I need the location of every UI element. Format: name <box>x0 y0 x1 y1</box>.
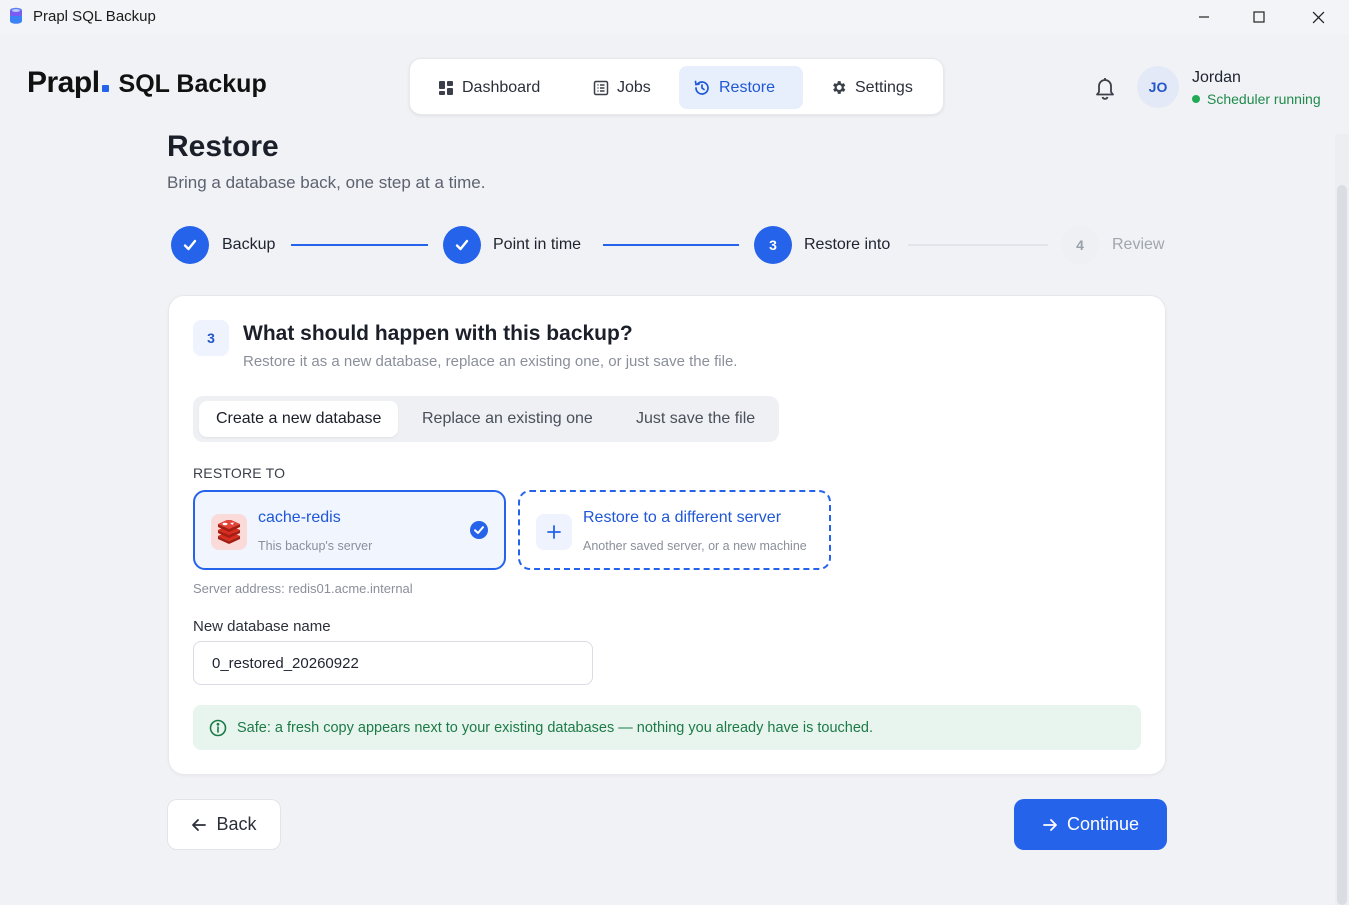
product-name: SQL Backup <box>118 70 267 98</box>
list-icon <box>593 80 609 95</box>
status-dot <box>1192 95 1200 103</box>
db-name-label: New database name <box>193 618 331 635</box>
minimize-button[interactable] <box>1175 0 1233 34</box>
server-option-title: Restore to a different server <box>583 509 782 526</box>
brand-logo[interactable]: Prapl SQL Backup <box>27 66 267 100</box>
nav-settings[interactable]: Settings <box>816 66 927 109</box>
nav-restore[interactable]: Restore <box>679 66 803 109</box>
server-option-different[interactable]: Restore to a different server Another sa… <box>518 490 831 570</box>
user-name: Jordan <box>1192 69 1241 86</box>
window-title: Prapl SQL Backup <box>33 8 156 25</box>
card-subtitle: Restore it as a new database, replace an… <box>243 353 738 370</box>
page-title: Restore <box>167 130 279 163</box>
nav-settings-label: Settings <box>855 78 913 96</box>
page-subtitle: Bring a database back, one step at a tim… <box>167 173 486 192</box>
back-button-label: Back <box>216 814 257 834</box>
title-bar: Prapl SQL Backup <box>0 0 1349 34</box>
grid-icon <box>439 80 453 95</box>
arrow-right-icon <box>1043 818 1057 831</box>
db-name-input[interactable] <box>193 641 593 685</box>
close-button[interactable] <box>1289 0 1347 34</box>
mode-create-new[interactable]: Create a new database <box>199 401 399 437</box>
step-1-label: Backup <box>222 236 276 253</box>
main-nav: Dashboard Jobs Restore Settings <box>409 58 944 115</box>
nav-jobs[interactable]: Jobs <box>579 66 665 109</box>
card-title: What should happen with this backup? <box>243 322 633 345</box>
app-database-icon <box>10 7 22 24</box>
safe-notice: Safe: a fresh copy appears next to your … <box>193 705 1141 750</box>
step-3-current: 3 <box>754 226 792 264</box>
nav-dashboard-label: Dashboard <box>462 78 541 96</box>
mode-replace-existing[interactable]: Replace an existing one <box>405 401 610 437</box>
step-4-label: Review <box>1112 236 1165 253</box>
restore-mode-selector: Create a new database Replace an existin… <box>193 396 779 442</box>
history-icon <box>694 80 709 95</box>
redis-icon <box>211 514 247 550</box>
step-connector-2 <box>603 244 739 246</box>
nav-dashboard[interactable]: Dashboard <box>424 66 554 109</box>
selected-check-icon <box>470 521 488 539</box>
scheduler-status-text: Scheduler running <box>1207 91 1321 107</box>
arrow-left-icon <box>192 818 207 831</box>
logo-text: Prapl <box>27 66 100 99</box>
info-icon <box>209 719 227 736</box>
restore-to-label: RESTORE TO <box>193 465 286 481</box>
avatar[interactable]: JO <box>1137 66 1179 108</box>
close-icon <box>1312 11 1324 23</box>
step-3-label: Restore into <box>804 236 891 253</box>
logo-dot <box>101 85 109 92</box>
server-option-subtitle: Another saved server, or a new machine <box>583 539 807 553</box>
continue-button[interactable]: Continue <box>1014 799 1167 850</box>
maximize-button[interactable] <box>1230 0 1288 34</box>
nav-jobs-label: Jobs <box>617 78 651 96</box>
check-icon <box>455 239 469 251</box>
server-option-cache-redis[interactable]: cache-redis This backup's server <box>193 490 506 570</box>
mode-save-file[interactable]: Just save the file <box>619 401 772 437</box>
scrollbar-thumb[interactable] <box>1337 185 1347 905</box>
scheduler-status: Scheduler running <box>1192 91 1321 107</box>
gear-icon <box>833 81 846 94</box>
step-1-done[interactable] <box>171 226 209 264</box>
plus-icon <box>536 514 572 550</box>
back-button[interactable]: Back <box>167 799 281 850</box>
server-address: Server address: redis01.acme.internal <box>193 581 413 596</box>
server-option-subtitle: This backup's server <box>258 539 373 553</box>
check-icon <box>183 239 197 251</box>
bell-icon <box>1096 78 1114 100</box>
maximize-icon <box>1253 11 1265 23</box>
card-step-badge: 3 <box>193 320 229 356</box>
nav-restore-label: Restore <box>719 78 776 96</box>
step-2-label: Point in time <box>493 236 582 253</box>
step-connector-3 <box>908 244 1048 246</box>
step-connector-1 <box>291 244 428 246</box>
continue-button-label: Continue <box>1066 814 1140 834</box>
server-option-title: cache-redis <box>258 509 341 526</box>
step-2-done[interactable] <box>443 226 481 264</box>
step-4-pending: 4 <box>1061 226 1099 264</box>
minimize-icon <box>1199 16 1209 18</box>
safe-notice-text: Safe: a fresh copy appears next to your … <box>237 719 873 736</box>
notifications-button[interactable] <box>1093 75 1117 106</box>
